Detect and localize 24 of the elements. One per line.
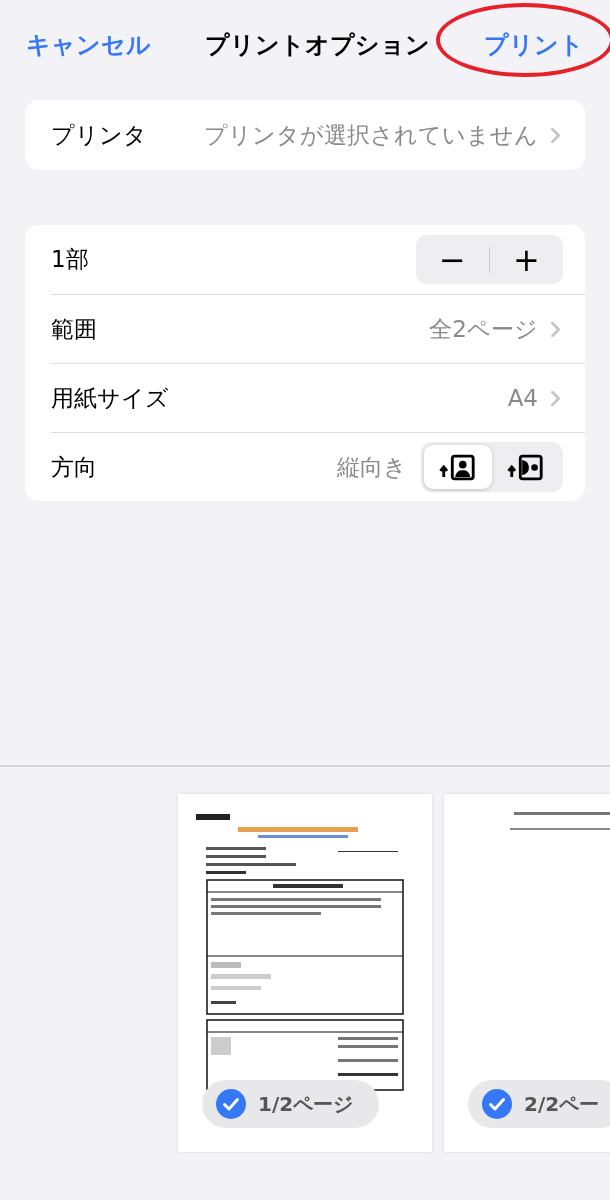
chevron-icon [550,126,561,144]
cancel-button[interactable]: キャンセル [26,29,151,61]
chevron-icon [550,389,561,407]
page-thumbnail[interactable]: 1/2ページ [178,794,432,1152]
option-value[interactable]: A4 [507,385,561,411]
portrait-segment[interactable] [424,445,492,489]
page-badge[interactable]: 1/2ページ [202,1080,380,1128]
landscape-icon [507,453,545,481]
portrait-icon [439,453,477,481]
orientation-value: 縦向き [337,452,407,482]
page-badge[interactable]: 2/2ペー [468,1080,610,1128]
option-label: 範囲 [51,314,97,344]
printer-select[interactable]: プリンタが選択されていません [204,119,561,151]
chevron-icon [550,320,561,338]
printer-label: プリンタ [51,120,147,150]
option-label: 方向 [51,452,97,482]
screen-title: プリントオプション [205,30,430,61]
decrement-button[interactable]: − [416,235,489,284]
print-button[interactable]: プリント [484,29,584,61]
option-label: 用紙サイズ [51,383,169,413]
page-thumbnail[interactable]: 2/2ペー [444,794,610,1152]
option-label: 1部 [51,245,89,274]
option-value[interactable]: 全2ページ [429,313,561,345]
increment-button[interactable]: + [490,235,563,284]
